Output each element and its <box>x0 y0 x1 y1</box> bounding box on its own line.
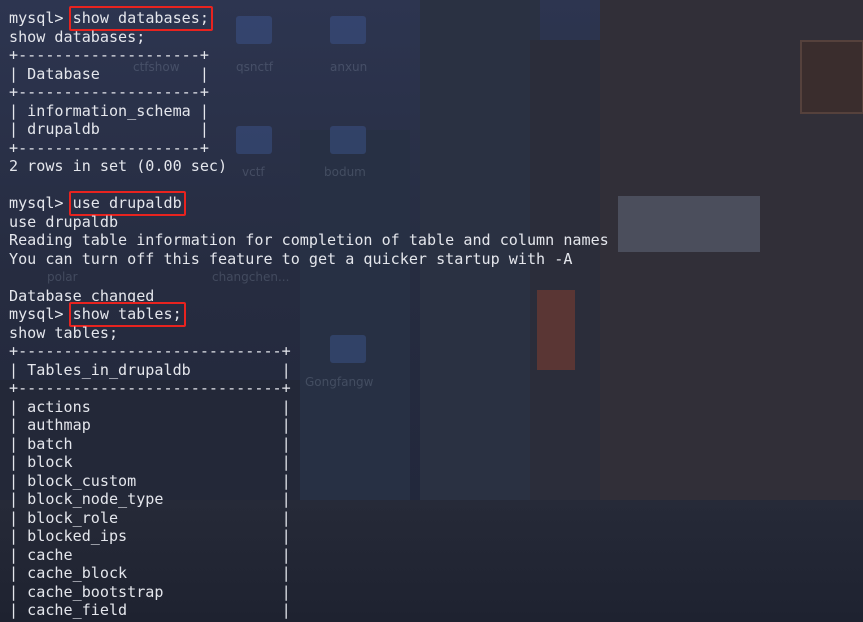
output-line: | block_custom | <box>9 472 863 491</box>
output-text: Reading table information for completion… <box>9 231 609 249</box>
output-line: You can turn off this feature to get a q… <box>9 250 863 269</box>
output-text: +-----------------------------+ <box>9 379 291 397</box>
output-line: | block_role | <box>9 509 863 528</box>
output-text: | cache_block | <box>9 564 291 582</box>
output-text: | batch | <box>9 434 291 453</box>
output-line: | authmap | <box>9 416 863 435</box>
output-text: | authmap | <box>9 416 291 434</box>
prompt-line: mysql> use drupaldb <box>9 191 863 215</box>
output-text: | blocked_ips | <box>9 527 291 545</box>
output-text: +--------------------+ <box>9 46 209 64</box>
output-line: | actions | <box>9 398 863 417</box>
highlighted-command: show tables; <box>68 302 186 326</box>
output-text: | drupaldb | <box>9 120 209 138</box>
output-text: show tables; <box>9 323 119 342</box>
prompt-line: mysql> show tables; <box>9 302 863 326</box>
output-line: | Tables_in_drupaldb | <box>9 361 863 380</box>
mysql-prompt: mysql> <box>9 194 73 212</box>
output-line: +--------------------+ <box>9 46 863 65</box>
output-text: | Tables_in_drupaldb | <box>9 360 291 379</box>
output-text: | cache | <box>9 545 291 564</box>
output-line: +-----------------------------+ <box>9 342 863 361</box>
output-text: | Database | <box>9 64 209 83</box>
output-text: +--------------------+ <box>9 138 209 157</box>
output-line: use drupaldb <box>9 213 863 232</box>
output-line: | cache_bootstrap | <box>9 583 863 602</box>
output-line: show tables; <box>9 324 863 343</box>
prompt-line: mysql> show databases; <box>9 6 863 30</box>
mysql-prompt: mysql> <box>9 9 73 27</box>
output-line: +-----------------------------+ <box>9 379 863 398</box>
output-line: 2 rows in set (0.00 sec) <box>9 157 863 176</box>
output-text: You can turn off this feature to get a q… <box>9 249 573 268</box>
output-text: | block_role | <box>9 508 291 527</box>
output-text: +--------------------+ <box>9 83 209 101</box>
output-line: | cache | <box>9 546 863 565</box>
output-text: +-----------------------------+ <box>9 342 291 360</box>
terminal-output[interactable]: mysql> show databases; show databases; +--… <box>9 6 863 620</box>
output-line: +--------------------+ <box>9 139 863 158</box>
output-line: | drupaldb | <box>9 120 863 139</box>
output-text: 2 rows in set (0.00 sec) <box>9 157 228 175</box>
mysql-prompt: mysql> <box>9 305 73 323</box>
highlighted-command: show databases; <box>68 6 214 30</box>
output-line: | cache_block | <box>9 564 863 583</box>
output-text: use drupaldb <box>9 212 119 231</box>
output-text: | block | <box>9 453 291 471</box>
output-line: | information_schema | <box>9 102 863 121</box>
output-text: | cache_field | <box>9 601 291 619</box>
output-text: | information_schema | <box>9 101 209 120</box>
output-line: | block | <box>9 453 863 472</box>
output-line: | cache_field | <box>9 601 863 620</box>
output-text: show databases; <box>9 27 146 46</box>
output-line: | blocked_ips | <box>9 527 863 546</box>
output-text: | block_node_type | <box>9 490 291 508</box>
output-line: | block_node_type | <box>9 490 863 509</box>
output-text: | cache_bootstrap | <box>9 582 291 601</box>
highlighted-command: use drupaldb <box>68 191 186 215</box>
output-line: +--------------------+ <box>9 83 863 102</box>
output-line: show databases; <box>9 28 863 47</box>
output-line: | batch | <box>9 435 863 454</box>
output-line: | Database | <box>9 65 863 84</box>
output-text: | actions | <box>9 397 291 416</box>
output-line: Reading table information for completion… <box>9 231 863 250</box>
output-text: | block_custom | <box>9 471 291 490</box>
